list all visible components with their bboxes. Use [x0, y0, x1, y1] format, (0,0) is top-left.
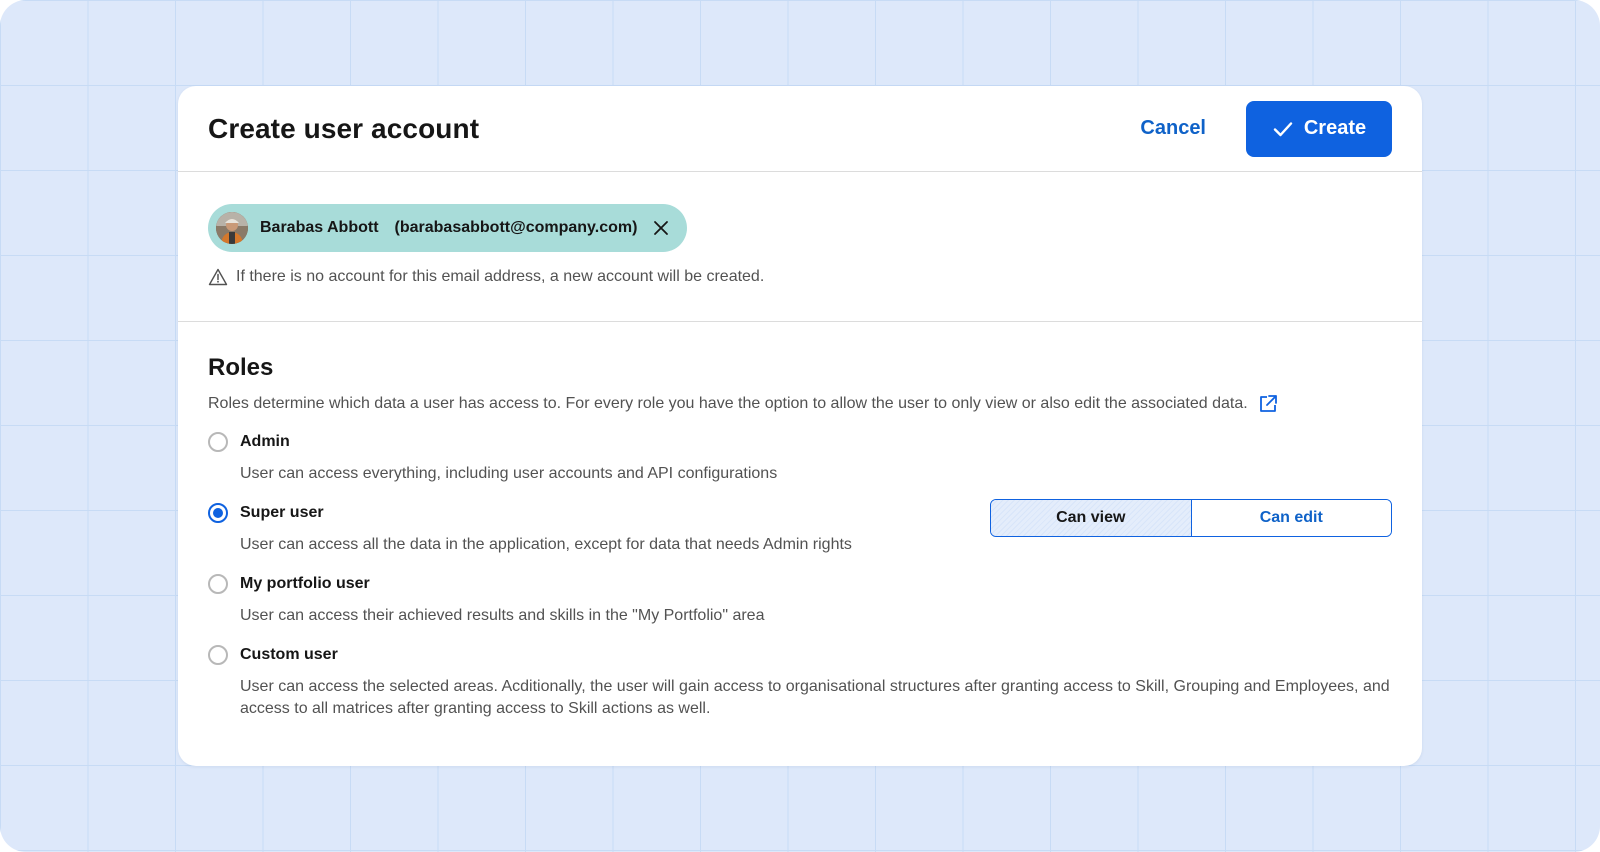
role-head: Custom user	[208, 645, 1392, 665]
cancel-button[interactable]: Cancel	[1140, 117, 1206, 140]
info-note: If there is no account for this email ad…	[208, 268, 1392, 286]
role-label: My portfolio user	[240, 575, 370, 592]
can-view-option[interactable]: Can view	[991, 500, 1192, 536]
role-label: Custom user	[240, 646, 338, 663]
create-user-dialog: Create user account Cancel Create Baraba…	[178, 86, 1422, 766]
user-chip: Barabas Abbott (barabasabbott@company.co…	[208, 204, 688, 252]
external-link-icon[interactable]	[1258, 394, 1278, 414]
role-label: Super user	[240, 504, 324, 521]
role-head: Admin	[208, 432, 1392, 452]
can-edit-option[interactable]: Can edit	[1191, 500, 1391, 536]
role-description: User can access all the data in the appl…	[240, 536, 852, 553]
role-option-custom-user: Custom user User can access the selected…	[208, 645, 1392, 720]
role-option-admin: Admin User can access everything, includ…	[208, 432, 1392, 485]
roles-title: Roles	[208, 354, 274, 381]
create-button[interactable]: Create	[1246, 100, 1392, 157]
page-title: Create user account	[208, 112, 480, 144]
radio-my-portfolio-user[interactable]	[208, 574, 228, 594]
roles-section: Roles Roles determine which data a user …	[178, 322, 1422, 720]
permission-toggle: Can view Can edit	[990, 499, 1392, 537]
radio-admin[interactable]	[208, 432, 228, 452]
role-description: User can access the selected areas. Acdi…	[240, 678, 1390, 717]
role-head: My portfolio user	[208, 574, 1392, 594]
user-section: Barabas Abbott (barabasabbott@company.co…	[178, 172, 1422, 322]
radio-super-user[interactable]	[208, 503, 228, 523]
user-email: (barabasabbott@company.com)	[394, 219, 638, 236]
role-description: User can access everything, including us…	[240, 465, 778, 482]
user-name: Barabas Abbott	[260, 219, 379, 236]
roles-description-text: Roles determine which data a user has ac…	[208, 395, 1248, 412]
role-option-super-user: Super user User can access all the data …	[208, 499, 1392, 556]
role-description: User can access their achieved results a…	[240, 607, 765, 624]
role-option-my-portfolio-user: My portfolio user User can access their …	[208, 574, 1392, 627]
info-note-text: If there is no account for this email ad…	[236, 268, 765, 285]
avatar	[216, 212, 248, 244]
create-button-label: Create	[1303, 117, 1367, 139]
remove-user-button[interactable]	[653, 220, 669, 236]
close-icon	[653, 220, 669, 236]
check-icon	[1272, 118, 1294, 140]
radio-custom-user[interactable]	[208, 645, 228, 665]
header-actions: Cancel Create	[1140, 100, 1392, 157]
dialog-header: Create user account Cancel Create	[178, 86, 1422, 172]
warning-icon	[208, 268, 228, 286]
roles-description: Roles determine which data a user has ac…	[208, 394, 1392, 414]
role-label: Admin	[240, 433, 290, 450]
